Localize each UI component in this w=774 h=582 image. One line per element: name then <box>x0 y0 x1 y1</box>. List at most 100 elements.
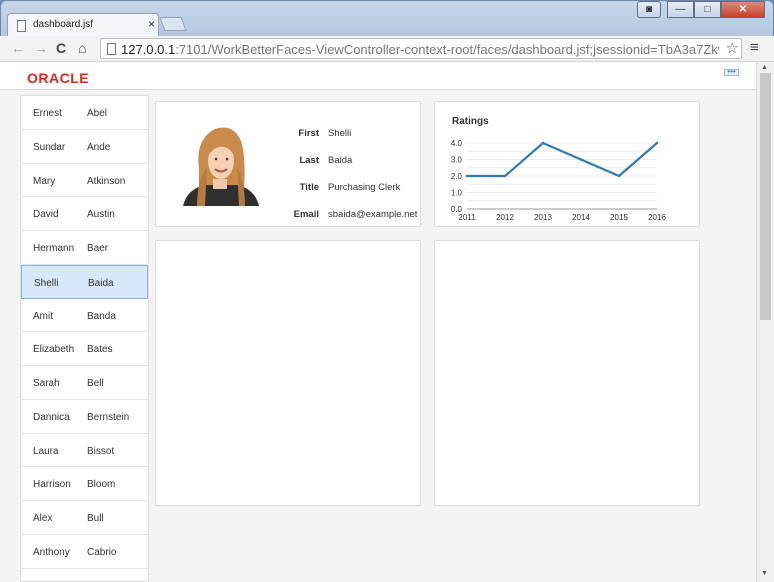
employee-list-item[interactable]: Hermann Baer <box>21 231 148 265</box>
employee-list-item[interactable]: David Austin <box>21 197 148 231</box>
employee-first-name: Sarah <box>33 378 60 389</box>
scroll-thumb[interactable] <box>760 73 771 320</box>
employee-details-card: First Shelli Last Baida Title Purchasing… <box>155 101 421 227</box>
employee-first-name: Harrison <box>33 479 71 491</box>
browser-tab[interactable]: dashboard.jsf × <box>7 13 159 38</box>
last-name-label: Last <box>299 155 319 166</box>
chart-y-tick-label: 2.0 <box>451 172 463 181</box>
first-name-label: First <box>298 128 319 139</box>
chart-x-tick-label: 2014 <box>572 213 590 222</box>
ratings-data-point <box>655 141 659 145</box>
scroll-down-arrow-icon[interactable]: ▼ <box>761 570 768 577</box>
employee-last-name: Bell <box>87 378 104 389</box>
ratings-data-point <box>579 158 583 161</box>
chart-x-tick-label: 2016 <box>648 213 666 222</box>
employee-list-item[interactable]: Dannica Bernstein <box>21 400 148 434</box>
ratings-data-point <box>541 141 545 145</box>
employee-list-item[interactable]: Laura Bissot <box>21 434 148 468</box>
employee-last-name: Baida <box>88 277 114 289</box>
employee-list-item[interactable]: Alex Bull <box>21 501 148 535</box>
chart-x-tick-label: 2011 <box>458 213 476 222</box>
close-window-button[interactable]: ✕ <box>721 1 765 18</box>
employee-first-name: David <box>33 209 59 221</box>
user-icon[interactable]: ◙ <box>637 1 661 18</box>
empty-card-right <box>434 240 700 506</box>
chart-y-tick-label: 1.0 <box>451 189 463 198</box>
chart-x-tick-label: 2012 <box>496 213 514 222</box>
close-tab-icon[interactable]: × <box>148 17 155 31</box>
email-value: sbaida@example.net <box>328 209 418 220</box>
employee-list-item[interactable]: Shelli Baida <box>21 264 148 299</box>
tab-title: dashboard.jsf <box>33 19 94 30</box>
chart-x-tick-label: 2013 <box>534 213 552 222</box>
employee-first-name: Anthony <box>33 546 70 558</box>
employee-last-name: Atkinson <box>87 175 126 187</box>
ratings-data-point <box>503 174 507 178</box>
page-icon <box>107 43 116 55</box>
employee-first-name: Dannica <box>33 411 70 423</box>
employee-list-item[interactable]: Sarah Bell <box>21 366 148 400</box>
title-value: Purchasing Clerk <box>328 182 401 193</box>
employee-last-name: Bull <box>87 513 104 524</box>
app-header: ORACLE ••• <box>0 62 756 90</box>
ratings-data-point <box>465 174 469 178</box>
oracle-logo: ORACLE <box>27 70 90 86</box>
employee-first-name: Shelli <box>34 277 59 289</box>
minimize-button[interactable]: — <box>667 1 694 18</box>
employee-last-name: Bissot <box>87 445 115 457</box>
employee-list-item[interactable]: Amit Banda <box>21 299 148 333</box>
employee-list-item[interactable]: Harrison Bloom <box>21 467 148 501</box>
maximize-button[interactable]: □ <box>694 1 721 18</box>
employee-last-name: Banda <box>87 310 116 322</box>
employee-list-item[interactable]: Mary Atkinson <box>21 164 148 198</box>
scroll-up-arrow-icon[interactable]: ▲ <box>761 64 768 71</box>
employee-first-name: Laura <box>33 445 59 457</box>
employee-first-name: Elizabeth <box>33 344 75 356</box>
email-label: Email <box>293 209 319 220</box>
chart-title: Ratings <box>452 116 489 127</box>
employee-first-name: Alex <box>33 513 53 524</box>
page-content: ORACLE ••• Ernest Abel Sundar Ande Mary Atkin… <box>0 62 756 582</box>
ratings-data-point <box>617 174 621 178</box>
home-icon[interactable]: ⌂ <box>78 40 86 56</box>
employee-first-name: Mary <box>33 175 56 187</box>
employee-list-item[interactable]: Ernest Abel <box>21 96 148 130</box>
employee-first-name: Sundar <box>33 141 66 153</box>
chart-y-tick-label: 4.0 <box>451 139 463 148</box>
chart-x-tick-label: 2015 <box>610 213 628 222</box>
ratings-chart: 0.01.02.03.04.02011 2012 2013 2014 2015 2016 <box>451 139 667 222</box>
empty-card-left <box>155 240 421 506</box>
first-name-value: Shelli <box>328 128 352 139</box>
last-name-value: Baida <box>328 155 353 166</box>
back-arrow-icon[interactable]: ← <box>11 40 25 56</box>
employee-list-item[interactable]: Anthony Cabrio <box>21 535 148 569</box>
browser-menu-icon[interactable]: ≡ <box>750 39 759 56</box>
chart-y-tick-label: 3.0 <box>451 156 463 165</box>
employee-first-name: Ernest <box>33 108 62 119</box>
employee-first-name: Amit <box>33 310 53 322</box>
ratings-card: Ratings 0.0 1.0 2.0 3.0 4.0 2011 2012 2013 2014 2… <box>434 101 700 227</box>
page-icon <box>17 20 26 32</box>
more-menu-icon[interactable]: ••• <box>724 68 739 76</box>
employee-last-name: Bernstein <box>87 411 130 423</box>
address-bar[interactable]: 127.0.0.1:7101/WorkBetterFaces-ViewContr… <box>100 38 742 59</box>
employee-photo <box>181 119 261 206</box>
page-scrollbar[interactable]: ▲ ▼ <box>756 62 774 582</box>
title-label: Title <box>299 182 319 193</box>
forward-arrow-icon[interactable]: → <box>34 40 48 56</box>
reload-icon[interactable]: C <box>56 40 66 56</box>
employee-list-item[interactable]: Elizabeth Bates <box>21 332 148 366</box>
employee-last-name: Bates <box>87 344 113 356</box>
url-text[interactable]: 127.0.0.1:7101/WorkBetterFaces-ViewContr… <box>121 42 719 57</box>
employee-last-name: Austin <box>87 209 115 221</box>
browser-tabstrip: dashboard.jsf × ◙ — □ ✕ <box>0 0 774 38</box>
employee-list-item[interactable]: Sundar Ande <box>21 130 148 164</box>
employee-last-name: Bloom <box>87 479 116 491</box>
url-host: 127.0.0.1 <box>121 42 176 57</box>
employee-last-name: Baer <box>87 243 109 254</box>
new-tab-button[interactable] <box>159 17 187 31</box>
bookmark-star-icon[interactable]: ☆ <box>726 39 739 57</box>
employee-last-name: Cabrio <box>87 546 117 558</box>
employee-last-name: Abel <box>87 108 108 119</box>
employee-last-name: Ande <box>87 141 111 153</box>
